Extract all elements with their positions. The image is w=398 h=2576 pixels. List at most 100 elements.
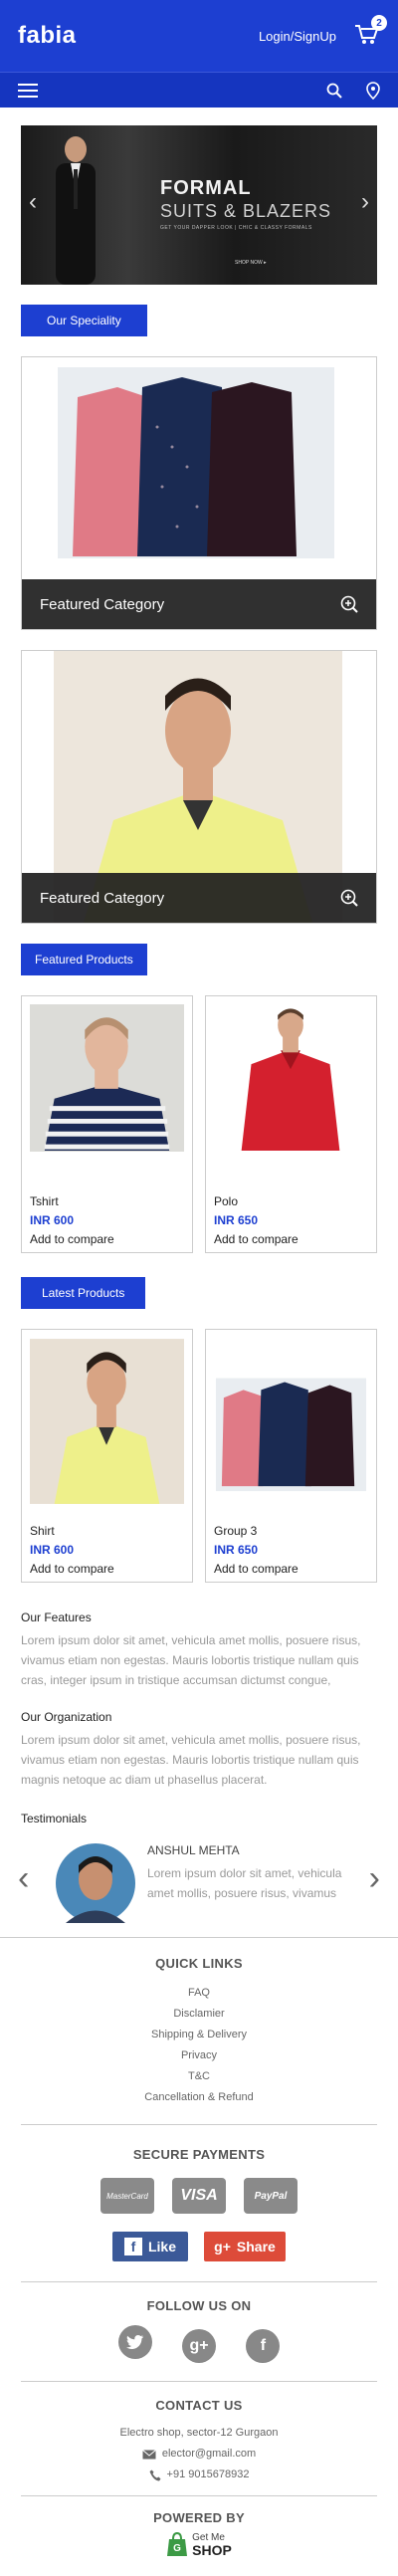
testimonial-next-arrow[interactable]: › [369,1859,380,1898]
featured-category-label: Featured Category [40,889,165,907]
testimonial-name: ANSHUL MEHTA [147,1843,240,1857]
banner-shop-now[interactable]: SHOP NOW ▸ [235,260,267,266]
testimonial-text: Lorem ipsum dolor sit amet, vehicula ame… [147,1866,342,1900]
product-name: Tshirt [30,1194,59,1208]
featured-category-card-1[interactable]: Featured Category [21,356,377,630]
contact-email: elector@gmail.com [161,2448,257,2460]
product-price: INR 600 [30,1213,75,1227]
features-text: Lorem ipsum dolor sit amet, vehicula ame… [21,1633,361,1687]
product-name: Polo [214,1194,239,1208]
featured-category-label: Featured Category [40,595,165,613]
footer-link-shipping[interactable]: Shipping & Delivery [0,2025,398,2045]
twitter-icon[interactable] [117,2325,152,2359]
google-plus-share-button[interactable]: g+ Share [204,2232,286,2261]
featured-category-card-2[interactable]: Featured Category [21,650,377,924]
search-icon[interactable] [326,83,342,99]
footer-link-faq[interactable]: FAQ [0,1983,398,2004]
contact-email-row[interactable]: elector@gmail.com [0,2444,398,2465]
add-to-compare-link[interactable]: Add to compare [214,1562,368,1576]
latest-products-button[interactable]: Latest Products [21,1277,146,1309]
featured-products-row: Tshirt INR 600 Add to compare Polo INR 6… [21,995,377,1253]
secure-payments-heading: SECURE PAYMENTS [132,2147,266,2162]
footer-link-disclaimer[interactable]: Disclamier [0,2004,398,2025]
footer-divider [21,2281,377,2282]
svg-text:G: G [173,2543,181,2554]
follow-us-heading: FOLLOW US ON [146,2298,252,2313]
phone-icon [149,2469,161,2480]
footer: QUICK LINKS FAQ Disclamier Shipping & De… [0,1937,398,2562]
getmeshop-bottom-text: SHOP [192,2542,232,2558]
shirts-group-image [58,367,334,558]
visa-icon: VISA [172,2178,226,2214]
our-speciality-button[interactable]: Our Speciality [21,305,147,336]
featured-category-overlay-1: Featured Category [22,579,376,629]
banner-next-arrow[interactable]: › [355,187,375,217]
testimonial-slider: ‹ › ANSHUL MEHTA Lorem ipsum dolor sit a… [0,1835,398,1925]
product-card-polo[interactable]: Polo INR 650 Add to compare [205,995,377,1253]
banner-model-image [56,136,96,285]
nav-bar [0,72,398,107]
facebook-follow-icon[interactable]: f [246,2329,281,2363]
featured-category-overlay-2: Featured Category [22,873,376,923]
facebook-like-button[interactable]: f Like [112,2232,188,2261]
latest-products-row: Shirt INR 600 Add to compare Group 3 INR… [21,1329,377,1583]
google-plus-icon: g+ [214,2239,231,2254]
contact-phone: +91 9015678932 [166,2469,250,2480]
top-header: fabia Login/SignUp 2 [0,0,398,72]
specialty-section: Our Speciality [0,305,398,336]
payment-methods: MasterCard VISA PayPal [0,2178,398,2214]
add-to-compare-link[interactable]: Add to compare [214,1232,368,1246]
hero-banner[interactable]: ‹ › FORMAL SUITS & BLAZERS GET YOUR DAPP… [21,125,377,285]
product-card-group3[interactable]: Group 3 INR 650 Add to compare [205,1329,377,1583]
product-price: INR 650 [214,1543,259,1557]
product-card-tshirt[interactable]: Tshirt INR 600 Add to compare [21,995,193,1253]
follow-icons: g+ f [0,2325,398,2363]
footer-divider [21,2124,377,2125]
location-pin-icon[interactable] [366,81,380,100]
featured-products-button[interactable]: Featured Products [21,944,147,975]
organization-text: Lorem ipsum dolor sit amet, vehicula ame… [21,1733,361,1787]
banner-prev-arrow[interactable]: ‹ [23,187,43,217]
shopping-bag-icon: G [167,2531,188,2556]
banner-tagline: GET YOUR DAPPER LOOK | CHIC & CLASSY FOR… [160,225,312,231]
hamburger-menu-icon[interactable] [18,83,38,98]
powered-by-heading: POWERED BY [153,2510,245,2525]
envelope-icon [142,2449,156,2459]
group3-product-image [214,1339,368,1504]
add-to-compare-link[interactable]: Add to compare [30,1232,184,1246]
footer-link-privacy[interactable]: Privacy [0,2045,398,2066]
zoom-in-icon[interactable] [340,595,358,613]
login-signup-link[interactable]: Login/SignUp [259,29,336,44]
getmeshop-logo[interactable]: G Get Me SHOP [166,2531,232,2557]
contact-phone-row[interactable]: +91 9015678932 [0,2465,398,2485]
facebook-icon: f [123,2238,142,2255]
product-price: INR 600 [30,1543,75,1557]
footer-link-cancellation[interactable]: Cancellation & Refund [0,2087,398,2108]
page: fabia Login/SignUp 2 ‹ › FORMAL SUITS & … [0,0,398,2576]
cart-count-badge: 2 [371,15,387,31]
latest-products-header: Latest Products [0,1277,398,1309]
google-plus-follow-icon[interactable]: g+ [182,2329,216,2363]
add-to-compare-link[interactable]: Add to compare [30,1562,184,1576]
organization-heading: Our Organization [21,1710,112,1724]
cart-button[interactable]: 2 [354,15,387,48]
footer-divider [21,2381,377,2382]
site-logo[interactable]: fabia [18,22,77,50]
contact-address: Electro shop, sector-12 Gurgaon [119,2427,279,2439]
quick-links-heading: QUICK LINKS [155,1956,243,1971]
tshirt-product-image [30,1004,184,1152]
header-actions: Login/SignUp 2 [259,15,387,48]
featured-products-header: Featured Products [0,944,398,975]
product-card-shirt[interactable]: Shirt INR 600 Add to compare [21,1329,193,1583]
like-label: Like [147,2239,176,2254]
footer-link-tandc[interactable]: T&C [0,2066,398,2087]
zoom-in-icon[interactable] [340,889,358,907]
footer-divider [21,2495,377,2496]
testimonial-avatar [56,1843,135,1923]
quick-links-list: FAQ Disclamier Shipping & Delivery Priva… [0,1983,398,2108]
paypal-icon: PayPal [244,2178,298,2214]
share-label: Share [236,2239,276,2254]
testimonial-prev-arrow[interactable]: ‹ [18,1859,29,1898]
organization-section: Our Organization Lorem ipsum dolor sit a… [0,1710,398,1790]
testimonials-heading: Testimonials [21,1812,88,1825]
